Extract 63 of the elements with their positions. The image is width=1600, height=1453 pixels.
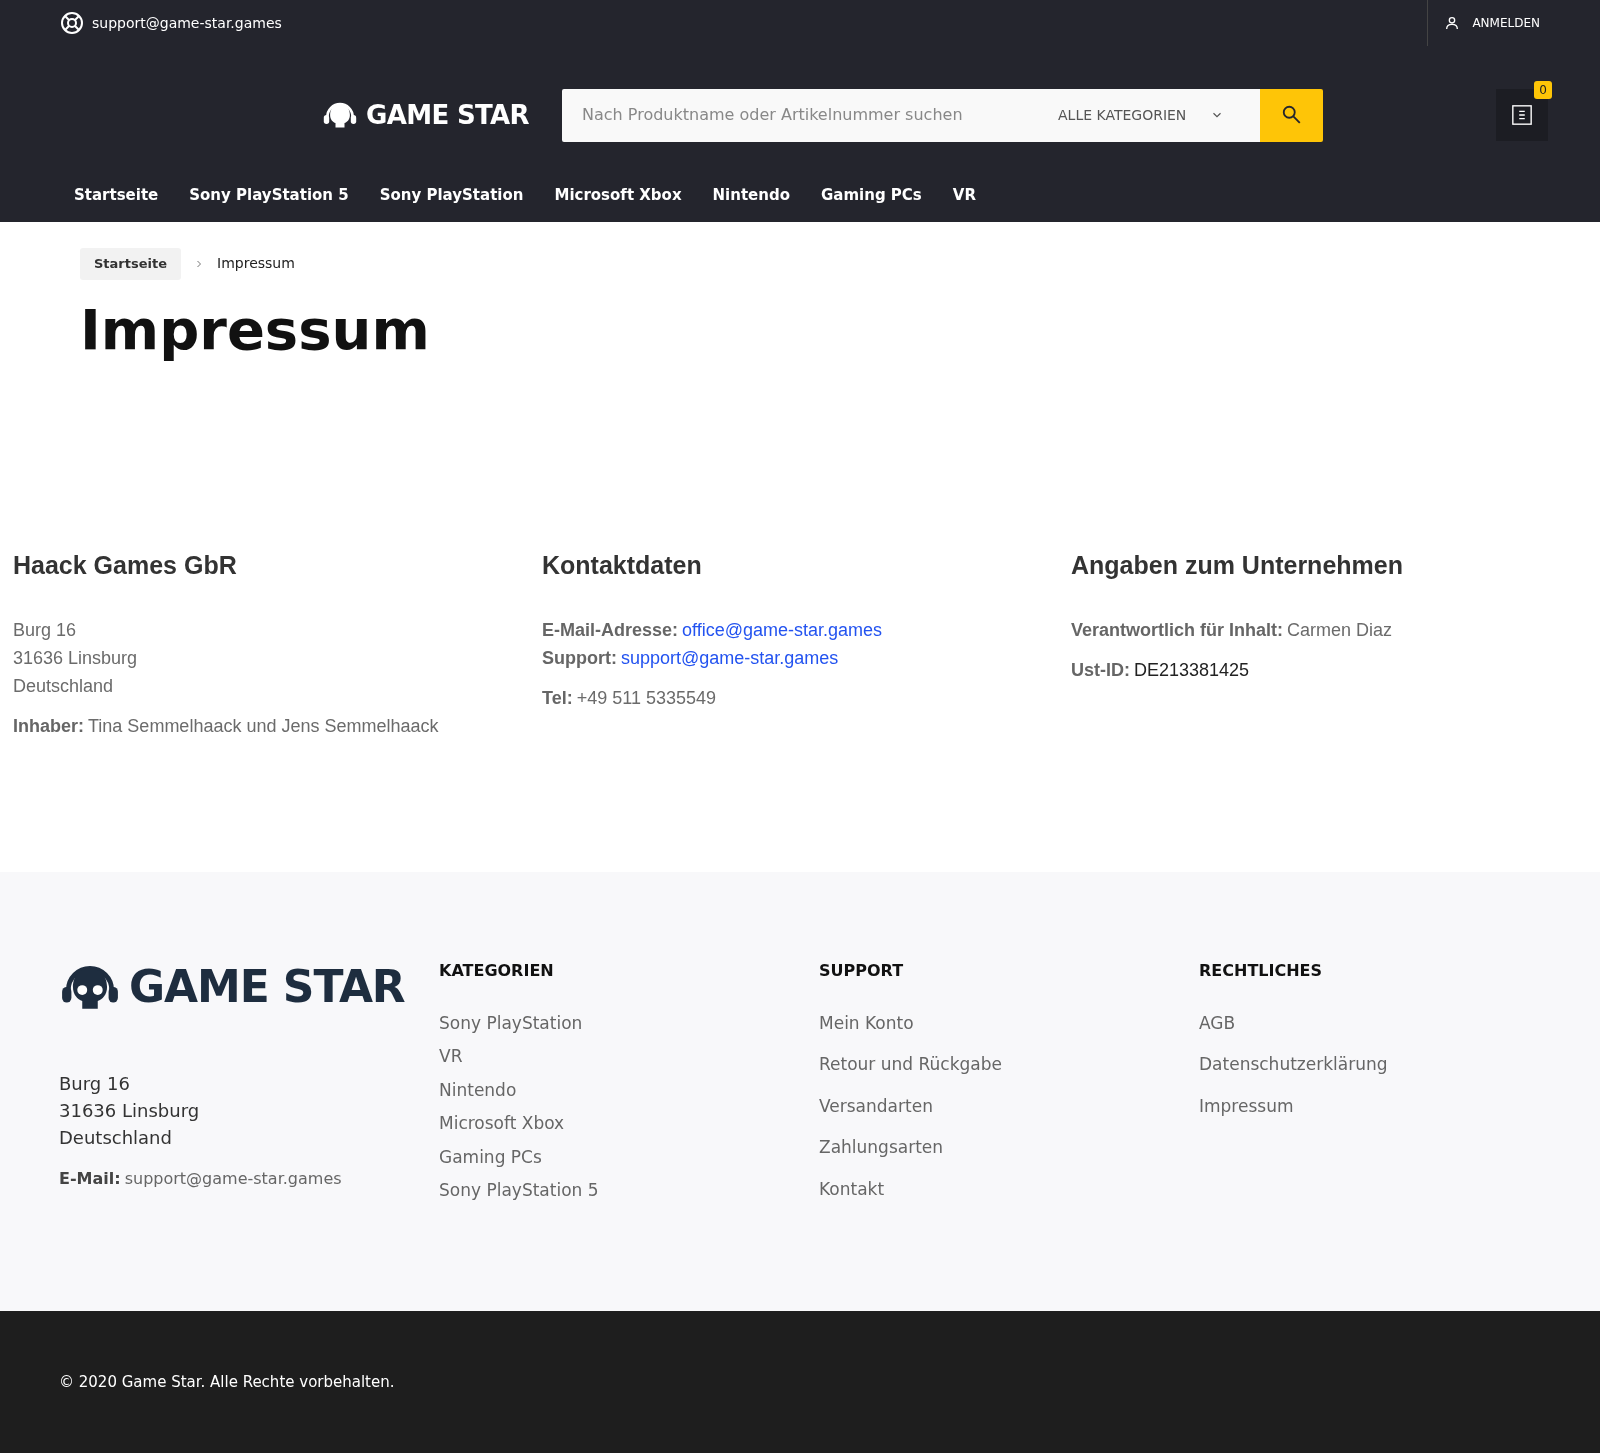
footer-email[interactable]: support@game-star.games <box>124 1166 342 1191</box>
info-text: +49 511 5335549 <box>576 687 716 710</box>
cart-count-badge: 0 <box>1534 81 1552 99</box>
field-label: Support: <box>542 647 617 670</box>
email-label: E-Mail: <box>59 1167 121 1190</box>
info-text: Burg 16 <box>13 619 77 642</box>
info-text: Tina Semmelhaack und Jens Semmelhaack <box>88 715 439 738</box>
field-label: E-Mail-Adresse: <box>542 619 679 642</box>
footer-link[interactable]: Microsoft Xbox <box>439 1111 819 1137</box>
category-dropdown[interactable]: ALLE KATEGORIEN <box>1042 88 1260 142</box>
page-title: Impressum <box>80 295 431 364</box>
info-text: 31636 Linsburg <box>13 647 138 670</box>
nav-link[interactable]: Startseite <box>74 184 159 207</box>
footer-link[interactable]: AGB <box>1199 1010 1579 1036</box>
footer-link[interactable]: Kontakt <box>819 1176 1199 1202</box>
footer-link[interactable]: Retour und Rückgabe <box>819 1052 1199 1078</box>
email-link[interactable]: office@game-star.games <box>682 616 883 644</box>
cart-icon <box>1511 104 1533 126</box>
section-heading: Kontaktdaten <box>542 549 703 581</box>
section-heading: Angaben zum Unternehmen <box>1071 549 1404 581</box>
search-icon <box>1280 104 1303 126</box>
info-text: DE213381425 <box>1134 659 1250 682</box>
footer-link[interactable]: Nintendo <box>439 1077 819 1103</box>
footer-link[interactable]: Datenschutzerklärung <box>1199 1052 1579 1078</box>
field-label: Tel: <box>542 687 573 710</box>
support-email[interactable]: support@game-star.games <box>92 12 282 34</box>
footer-heading: SUPPORT <box>819 959 905 982</box>
section-heading: Haack Games GbR <box>13 549 238 581</box>
footer-link[interactable]: Sony PlayStation 5 <box>439 1178 819 1204</box>
nav-link[interactable]: Sony PlayStation 5 <box>189 184 349 207</box>
lifebuoy-icon <box>60 11 84 35</box>
footer-link[interactable]: Impressum <box>1199 1093 1579 1119</box>
breadcrumb-current: Impressum <box>217 254 295 274</box>
search-field[interactable]: Nach Produktname oder Artikelnummer suchen <box>562 88 1042 142</box>
footer-link[interactable]: Sony PlayStation <box>439 1010 819 1036</box>
footer-logo-text: GAME STAR <box>129 959 405 1014</box>
address-line: Deutschland <box>59 1125 173 1150</box>
field-label: Verantwortlich für Inhalt: <box>1071 619 1284 642</box>
copyright-text: © 2020 Game Star. Alle Rechte vorbehalten. <box>59 1371 395 1393</box>
info-text: Carmen Diaz <box>1287 619 1393 642</box>
footer-link[interactable]: Mein Konto <box>819 1010 1199 1036</box>
nav-link[interactable]: VR <box>952 184 976 207</box>
footer-link[interactable]: Versandarten <box>819 1093 1199 1119</box>
email-link[interactable]: support@game-star.games <box>621 644 839 672</box>
footer-link[interactable]: Zahlungsarten <box>819 1135 1199 1161</box>
nav-link[interactable]: Gaming PCs <box>821 184 922 207</box>
field-label: Ust-ID: <box>1071 659 1130 682</box>
address-line: Burg 16 <box>59 1071 131 1096</box>
nav-link[interactable]: Microsoft Xbox <box>554 184 682 207</box>
footer-link[interactable]: VR <box>439 1044 819 1070</box>
nav-link[interactable]: Sony PlayStation <box>379 184 524 207</box>
login-link[interactable]: ANMELDEN <box>1472 14 1540 32</box>
footer-heading: RECHTLICHES <box>1199 959 1324 982</box>
breadcrumb-link[interactable]: Startseite <box>80 248 182 280</box>
info-text: Deutschland <box>13 675 114 698</box>
footer-link[interactable]: Gaming PCs <box>439 1144 819 1170</box>
field-label: Inhaber: <box>13 715 84 738</box>
footer-heading: KATEGORIEN <box>439 959 555 982</box>
nav-link[interactable]: Nintendo <box>712 184 790 207</box>
logo-text[interactable]: GAME STAR <box>366 95 529 135</box>
user-icon <box>1444 15 1461 31</box>
search-button[interactable] <box>1260 88 1323 142</box>
address-line: 31636 Linsburg <box>59 1098 201 1123</box>
